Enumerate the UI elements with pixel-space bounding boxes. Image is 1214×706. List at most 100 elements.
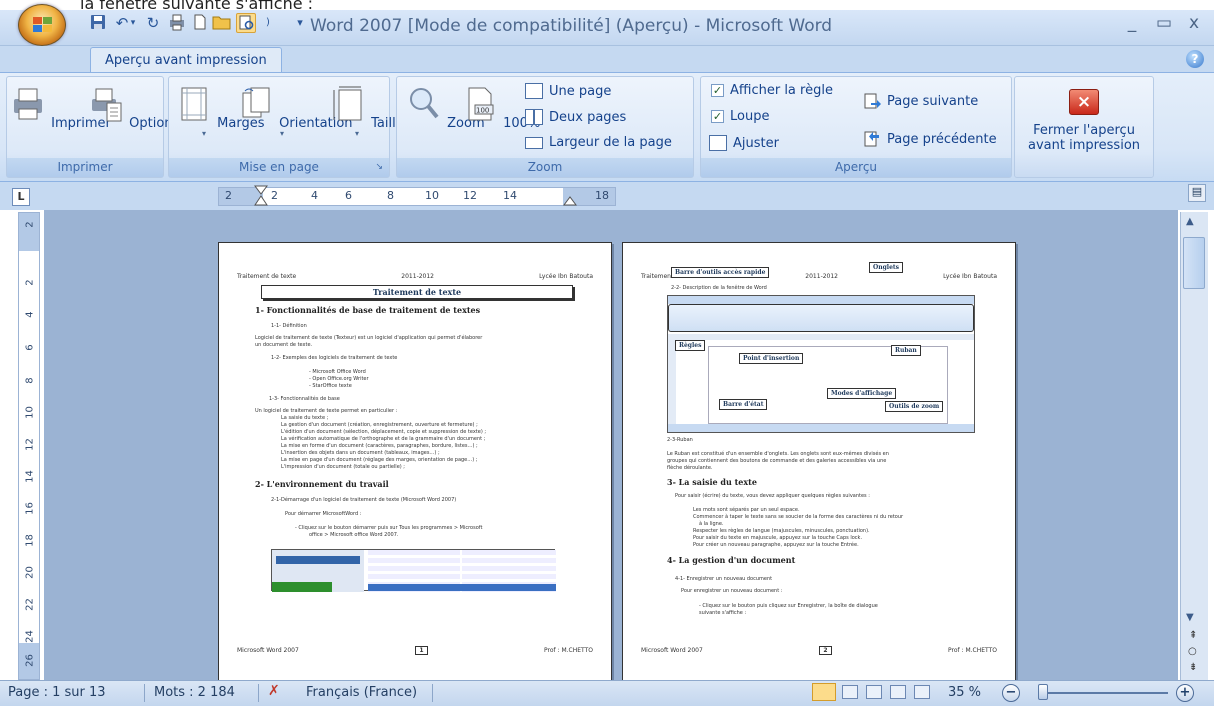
scroll-up-icon[interactable]: ▲ — [1186, 216, 1194, 227]
list-item: - Open Office.org Writer — [309, 376, 369, 382]
paragraph: un document de texte. — [255, 342, 313, 348]
tab-apercu-avant-impression[interactable]: Aperçu avant impression — [90, 47, 282, 73]
footer-left: Microsoft Word 2007 — [237, 647, 299, 654]
page-number: 2 — [819, 646, 832, 655]
status-separator — [258, 684, 259, 702]
qat-customize-icon[interactable]: ) — [262, 13, 274, 33]
ruler-tick: 14 — [503, 189, 517, 202]
heading-3: 3- La saisie du texte — [667, 477, 757, 487]
heading-2: 2- L'environnement du travail — [255, 479, 389, 489]
vruler-tick: 12 — [24, 438, 36, 451]
paragraph: office > Microsoft office Word 2007. — [309, 532, 399, 538]
header-right: Lycée Ibn Batouta — [539, 273, 593, 280]
zoom-out-button[interactable]: − — [1002, 684, 1020, 702]
draft-view-icon[interactable] — [914, 685, 930, 699]
printer-icon — [14, 88, 42, 120]
list-item: L'impression d'un document (totale ou pa… — [281, 464, 405, 470]
vruler-tick: 26 — [24, 654, 36, 667]
indent-marker-icon[interactable] — [253, 185, 269, 207]
page-precedente-button[interactable]: Page précédente — [863, 131, 997, 147]
zoom-100-button[interactable]: 100 100% — [461, 85, 540, 131]
select-browse-object-icon[interactable]: ○ — [1188, 646, 1197, 657]
document-title: Traitement de texte — [261, 285, 573, 299]
web-layout-view-icon[interactable] — [866, 685, 882, 699]
horizontal-ruler[interactable]: 2 2 4 6 8 10 12 14 18 — [218, 185, 616, 207]
tab-selector-button[interactable]: L — [12, 188, 30, 206]
callout-ruban: Ruban — [891, 345, 921, 356]
scrollbar-thumb[interactable] — [1183, 237, 1205, 289]
orientation-icon — [242, 87, 270, 118]
zoom-slider-thumb[interactable] — [1038, 684, 1048, 700]
zoom-slider-track[interactable] — [1044, 692, 1168, 694]
zoom-in-button[interactable]: + — [1176, 684, 1194, 702]
paragraph: - Cliquez sur le bouton démarrer puis su… — [295, 525, 483, 531]
deux-pages-button[interactable]: Deux pages — [525, 109, 626, 125]
save-icon[interactable] — [88, 13, 108, 33]
proofing-error-icon[interactable]: ✗ — [268, 683, 280, 699]
fermer-apercu-button[interactable]: × Fermer l'aperçu avant impression — [1019, 89, 1149, 153]
group-zoom: Zoom 100 100% Une page Deux pages Largeu… — [396, 76, 694, 178]
loupe-checkbox[interactable]: ✓ Loupe — [711, 109, 769, 124]
page-suivante-button[interactable]: Page suivante — [863, 93, 978, 109]
help-icon[interactable]: ? — [1186, 50, 1204, 68]
office-button[interactable] — [18, 4, 66, 46]
previous-page-nav-icon[interactable]: ⇞ — [1189, 630, 1197, 641]
preview-page-2[interactable]: Traitement de texte 2011-2012 Lycée Ibn … — [622, 242, 1016, 682]
marges-button[interactable]: Marges ▾ — [175, 85, 264, 138]
minimize-button[interactable]: _ — [1118, 14, 1146, 34]
largeur-label: Largeur de la page — [549, 135, 672, 150]
new-document-icon[interactable] — [190, 13, 210, 33]
status-word-count[interactable]: Mots : 2 184 — [154, 685, 235, 700]
window-title: Word 2007 [Mode de compatibilité] (Aperç… — [310, 16, 833, 36]
subheading: 1-2- Exemples des logiciels de traitemen… — [271, 355, 398, 361]
group-label-zoom: Zoom — [397, 158, 693, 177]
ajuster-button[interactable]: Ajuster — [709, 135, 779, 151]
group-label-mise-en-page: Mise en page ↘ — [169, 158, 389, 177]
subheading: 1-3- Fonctionnalités de base — [269, 396, 340, 402]
view-ruler-icon[interactable]: ▤ — [1188, 184, 1206, 202]
right-indent-marker-icon[interactable] — [563, 196, 577, 206]
full-screen-reading-view-icon[interactable] — [842, 685, 858, 699]
preview-page-1[interactable]: Traitement de texte 2011-2012 Lycée Ibn … — [218, 242, 612, 682]
print-preview-icon[interactable] — [236, 13, 256, 33]
close-button[interactable]: x — [1180, 14, 1208, 34]
afficher-regle-checkbox[interactable]: ✓ Afficher la règle — [711, 83, 833, 98]
header-left: Traitement de texte — [237, 273, 297, 280]
page-header: Traitement de texte 2011-2012 Lycée Ibn … — [219, 273, 611, 280]
footer-right: Prof : M.CHETTO — [544, 647, 593, 654]
footer-right: Prof : M.CHETTO — [948, 647, 997, 654]
options-button[interactable]: Options — [87, 85, 179, 131]
maximize-button[interactable]: ▭ — [1150, 14, 1178, 34]
mise-en-page-label: Mise en page — [239, 160, 319, 174]
status-language[interactable]: Français (France) — [306, 685, 417, 700]
une-page-label: Une page — [549, 83, 612, 99]
zoom-level[interactable]: 35 % — [948, 685, 981, 700]
status-separator — [144, 684, 145, 702]
list-item: Pour créer un nouveau paragraphe, appuye… — [693, 542, 859, 548]
largeur-page-button[interactable]: Largeur de la page — [525, 135, 672, 150]
redo-icon[interactable]: ↻ — [143, 13, 163, 33]
next-page-nav-icon[interactable]: ⇟ — [1189, 662, 1197, 673]
paragraph: Le Ruban est constitué d'un ensemble d'o… — [667, 451, 889, 457]
undo-dropdown-icon[interactable]: ▾ — [128, 13, 138, 33]
orientation-button[interactable]: Orientation ▾ — [237, 85, 353, 138]
imprimer-button[interactable]: Imprimer — [9, 85, 111, 131]
scroll-down-icon[interactable]: ▼ — [1186, 612, 1194, 623]
une-page-button[interactable]: Une page — [525, 83, 611, 99]
status-page[interactable]: Page : 1 sur 13 — [8, 685, 106, 700]
dialog-launcher-icon[interactable]: ↘ — [375, 158, 383, 177]
vertical-ruler[interactable]: 2 2 4 6 8 10 12 14 16 18 20 22 24 26 — [18, 212, 40, 680]
print-icon[interactable] — [167, 13, 187, 33]
print-options-icon — [92, 88, 122, 122]
qat-dropdown-icon[interactable]: ▾ — [290, 13, 310, 33]
subheading: 2-2- Description de la fenêtre de Word — [671, 285, 767, 291]
list-item: La mise en page d'un document (réglage d… — [281, 457, 478, 463]
outline-view-icon[interactable] — [890, 685, 906, 699]
paragraph: Un logiciel de traitement de texte perme… — [255, 408, 398, 414]
taille-button[interactable]: Taille ▾ — [329, 85, 404, 138]
zoom-button[interactable]: Zoom — [405, 85, 485, 131]
list-item: La vérification automatique de l'orthogr… — [281, 436, 486, 442]
print-layout-view-icon[interactable] — [812, 683, 836, 701]
open-folder-icon[interactable] — [212, 13, 232, 33]
header-center: 2011-2012 — [805, 273, 839, 280]
